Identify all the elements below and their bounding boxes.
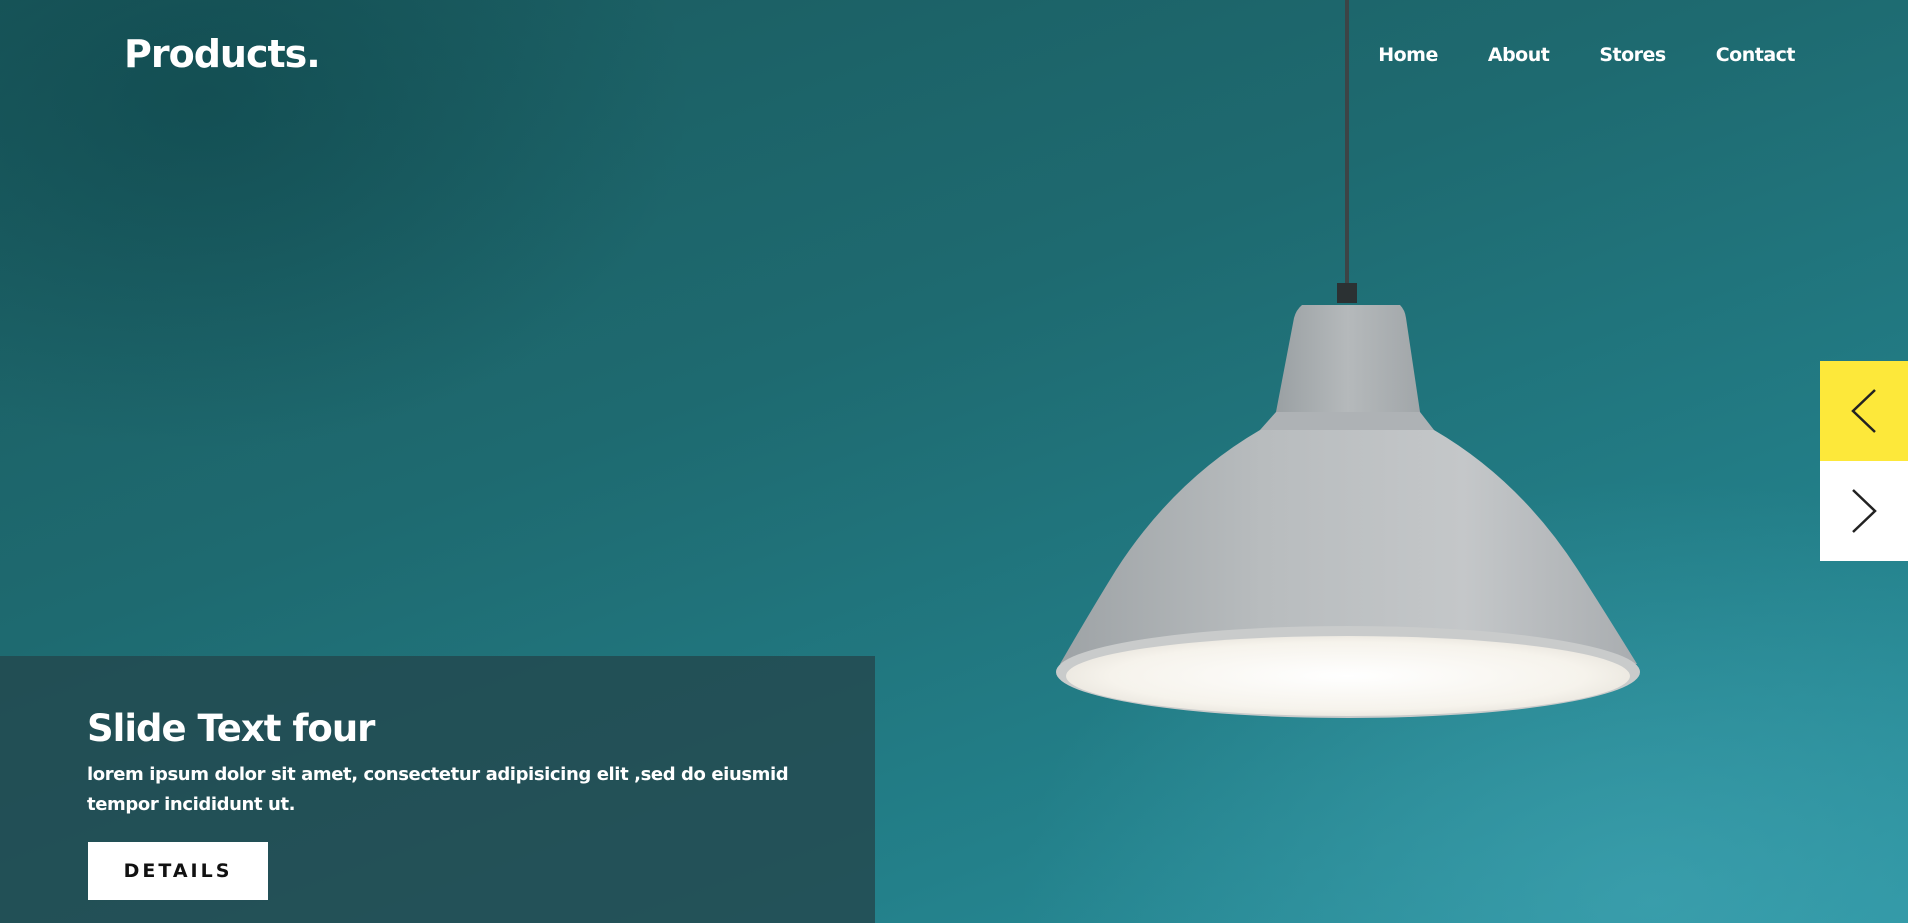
slide-title: Slide Text four xyxy=(87,707,375,750)
nav-item-contact[interactable]: Contact xyxy=(1716,44,1796,66)
site-logo[interactable]: Products. xyxy=(124,32,321,76)
hero-slider: Products. Home About Stores Contact Slid… xyxy=(0,0,1908,923)
prev-slide-button[interactable] xyxy=(1820,361,1908,461)
chevron-left-icon xyxy=(1851,389,1876,433)
nav-item-about[interactable]: About xyxy=(1488,44,1550,66)
slide-description: lorem ipsum dolor sit amet, consectetur … xyxy=(87,764,789,815)
next-slide-button[interactable] xyxy=(1820,461,1908,561)
main-nav: Home About Stores Contact xyxy=(1378,44,1795,66)
chevron-right-icon xyxy=(1852,489,1877,533)
nav-item-home[interactable]: Home xyxy=(1378,44,1438,66)
nav-item-stores[interactable]: Stores xyxy=(1599,44,1666,66)
details-button[interactable]: DETAILS xyxy=(88,842,268,900)
slide-caption-panel: Slide Text four lorem ipsum dolor sit am… xyxy=(0,656,875,923)
lamp-image xyxy=(1056,0,1640,718)
